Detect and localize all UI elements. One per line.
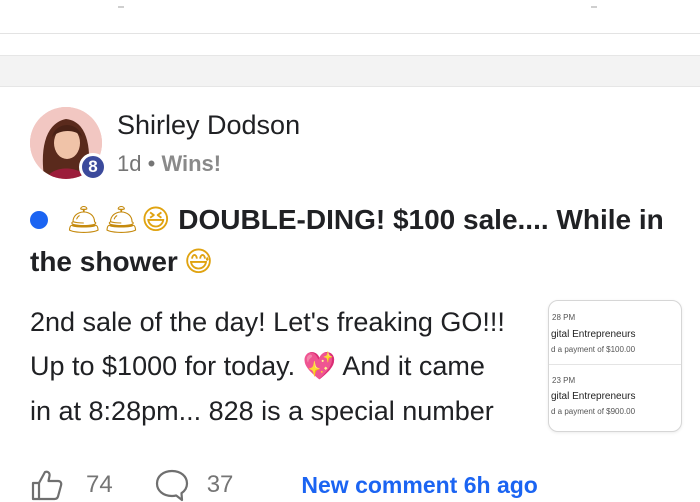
notification-item: 28 PM gital Entrepreneurs d a payment of… [549, 301, 681, 363]
bell-emoji: 🛎 [66, 203, 102, 236]
title-text-2: the shower [30, 246, 178, 277]
level-badge: 8 [79, 153, 107, 181]
comment-count: 37 [206, 471, 234, 498]
post-title-continued[interactable]: the shower 😅 [30, 246, 215, 278]
body-line: 2nd sale of the day! Let's freaking GO!!… [30, 307, 505, 337]
feed-gap [0, 55, 700, 87]
title-text: DOUBLE-DING! $100 sale.... While in [178, 204, 664, 235]
body-line: Up to $1000 for today. 💖 And it came [30, 344, 542, 389]
thumbs-up-icon[interactable] [30, 468, 64, 502]
notif-org: gital Entrepreneurs [551, 391, 636, 402]
like-count: 74 [86, 471, 113, 498]
notification-item: 23 PM gital Entrepreneurs d a payment of… [549, 365, 681, 427]
post-body: 2nd sale of the day! Let's freaking GO!!… [30, 300, 542, 433]
post-meta: 1d • Wins! [117, 151, 221, 177]
divider [118, 0, 124, 8]
divider [591, 0, 597, 8]
post-category[interactable]: Wins! [161, 151, 221, 176]
squinting-face-emoji: 😆 [141, 203, 171, 236]
grinning-face-with-sweat-emoji: 😅 [183, 245, 214, 278]
post-actions: 74 37 New comment 6h ago [30, 468, 538, 502]
new-comment-link[interactable]: New comment 6h ago [301, 472, 537, 499]
author-avatar[interactable]: 8 [30, 107, 107, 181]
comment-icon[interactable] [155, 468, 189, 502]
notif-time: 23 PM [552, 376, 576, 385]
notif-org: gital Entrepreneurs [551, 329, 636, 340]
body-text-fragment: Up to $1000 for today. [30, 351, 296, 381]
notif-amount: d a payment of $900.00 [551, 407, 636, 416]
sparkling-heart-emoji: 💖 [302, 351, 337, 382]
attachment-thumbnail[interactable]: 28 PM gital Entrepreneurs d a payment of… [548, 300, 682, 432]
top-strip [0, 0, 700, 34]
post-title[interactable]: 🛎 🛎 😆 DOUBLE-DING! $100 sale.... While i… [30, 201, 664, 239]
post-time: 1d [117, 151, 142, 176]
author-name[interactable]: Shirley Dodson [117, 110, 300, 141]
bell-emoji: 🛎 [103, 203, 140, 236]
meta-separator: • [147, 151, 156, 176]
body-text-fragment: And it came [342, 351, 485, 381]
notif-amount: d a payment of $100.00 [551, 345, 636, 354]
body-line: in at 8:28pm... 828 is a special number [30, 396, 494, 426]
unread-dot [30, 211, 48, 229]
notif-time: 28 PM [552, 313, 576, 322]
